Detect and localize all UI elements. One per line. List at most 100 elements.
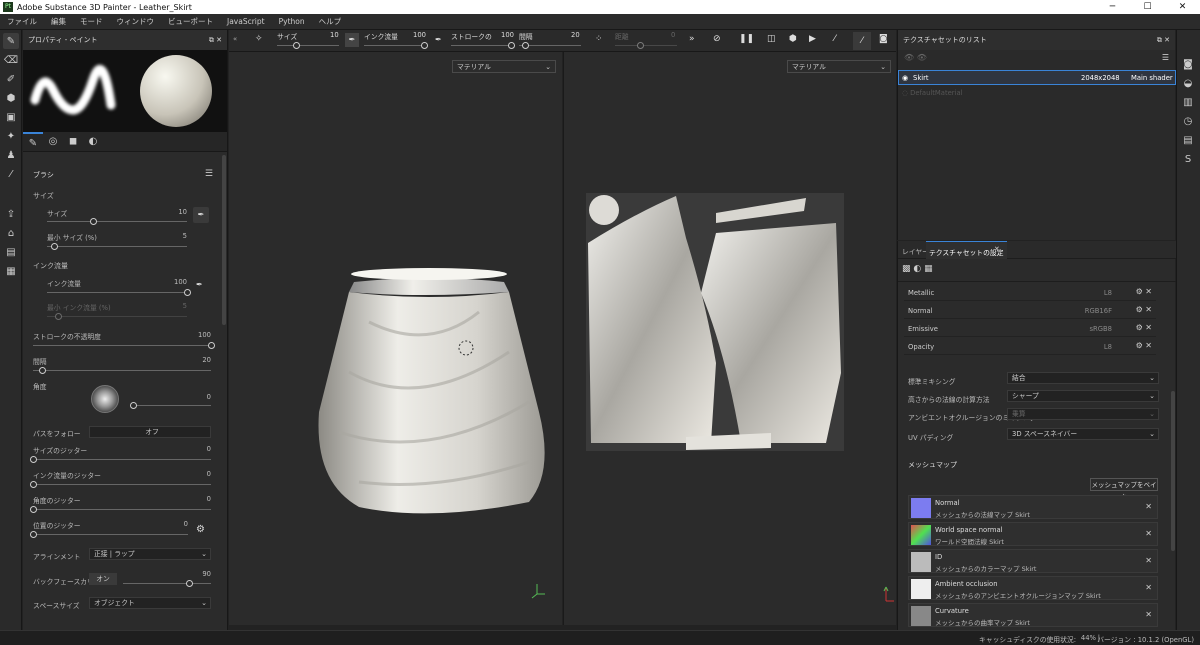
texture-set-default[interactable]: ◌ DefaultMaterial [902,89,963,97]
flow-slider[interactable] [47,289,191,296]
menu-javascript[interactable]: JavaScript [220,17,272,26]
channel-actions-icon[interactable]: ⚙ ✕ [1136,341,1152,350]
brush-mode-icon[interactable]: ⁄ [834,34,836,44]
tab-brush-icon[interactable]: ✎ [23,132,43,151]
toolbar-flow-slider[interactable] [364,42,428,49]
brush-preset-icon[interactable]: ✧ [255,34,263,44]
position-jitter-slider[interactable] [30,531,188,538]
geometry-mask-icon[interactable]: ▣ [3,109,19,125]
remove-map-icon[interactable]: ✕ [1145,583,1152,592]
stroke-opacity-knob[interactable] [208,342,215,349]
size-jitter-slider[interactable] [30,456,211,463]
paint-mode-icon[interactable]: ⁄ [853,32,871,50]
remove-map-icon[interactable]: ✕ [1145,502,1152,511]
list-menu-icon[interactable]: ☰ [1162,53,1169,62]
expand-right-icon[interactable]: » [689,34,695,44]
toolbar-spread-knob[interactable] [637,42,644,49]
ao-mixing-dropdown[interactable]: 乗算 ⌄ [1007,408,1159,420]
lazy-mouse-icon[interactable]: ⁘ [595,34,603,44]
eraser-icon[interactable]: ⌫ [3,52,19,68]
spacing-knob[interactable] [38,367,46,374]
panel-controls-icon[interactable]: ⧉ ✕ [209,36,222,45]
stroke-opacity-slider[interactable] [33,342,215,349]
screenshot-camera-icon[interactable]: ◙ [879,34,888,44]
paint-brush-icon[interactable]: ✎ [3,33,19,49]
mesh-map-curvature[interactable]: Curvature メッシュからの曲率マップ Skirt ✕ [908,603,1158,627]
toolbar-flow-pressure-icon[interactable]: ✒ [435,35,442,44]
projection-icon[interactable]: ✐ [3,71,19,87]
tab-alpha-icon[interactable]: ◎ [43,132,63,151]
uv-texture-canvas[interactable] [586,193,844,451]
backface-knob[interactable] [186,580,193,587]
log-icon[interactable]: ▤ [1180,132,1196,148]
pen-pressure-icon[interactable]: ✒ [193,207,209,223]
collapse-left-icon[interactable]: « [233,35,237,43]
substance-logo-icon[interactable]: S [1180,151,1196,167]
toolbar-stroke-slider[interactable] [451,42,515,49]
settings-scrollbar[interactable] [1171,391,1175,551]
panel-controls-icon[interactable]: ⧉ ✕ [1157,36,1170,45]
min-flow-slider[interactable] [47,313,187,320]
menu-mode[interactable]: モード [73,16,110,27]
visibility-toggle-icons[interactable]: 👁 👁 [904,53,927,62]
remove-map-icon[interactable]: ✕ [1145,556,1152,565]
shelf-icon[interactable]: ◒ [1180,75,1196,91]
pause-icon[interactable]: ❚❚ [739,34,754,44]
eye-icon[interactable]: ◉ [902,74,908,82]
settings-subtab-icons[interactable]: ▩ ◐ ▦ [902,264,933,274]
flow-jitter-slider[interactable] [30,481,211,488]
cube-view-icon[interactable]: ⬢ [789,34,797,44]
camera-record-icon[interactable]: ▶ [809,34,816,44]
symmetry-off-icon[interactable]: ⊘ [713,34,721,44]
texture-set-skirt[interactable]: ◉ Skirt 2048x2048 Main shader [898,70,1176,85]
channel-actions-icon[interactable]: ⚙ ✕ [1136,323,1152,332]
menu-window[interactable]: ウィンドウ [110,16,162,27]
maximize-button[interactable]: ☐ [1130,0,1165,14]
menu-file[interactable]: ファイル [0,16,44,27]
angle-knob[interactable] [130,402,137,409]
polygon-fill-icon[interactable]: ⬢ [3,90,19,106]
smudge-icon[interactable]: ✦ [3,128,19,144]
min-size-slider[interactable] [47,243,187,250]
backface-slider[interactable] [123,580,211,587]
toolbar-flow-knob[interactable] [421,42,428,49]
viewport-2d[interactable]: マテリアル ⌄ [563,52,896,625]
menu-help[interactable]: ヘルプ [312,16,349,27]
size-jitter-knob[interactable] [30,456,37,463]
menu-edit[interactable]: 編集 [44,16,73,27]
position-jitter-knob[interactable] [30,531,37,538]
export-icon[interactable]: ▦ [3,263,19,279]
min-flow-slider-knob[interactable] [55,313,62,320]
space-size-dropdown[interactable]: オブジェクト ⌄ [89,597,211,609]
tab-material-icon[interactable]: ◐ [83,132,103,151]
properties-scrollbar[interactable] [222,155,226,325]
flow-jitter-knob[interactable] [30,481,37,488]
toolbar-size-slider[interactable] [277,42,339,49]
size-slider-knob[interactable] [90,218,98,225]
normal-mixing-dropdown[interactable]: 結合 ⌄ [1007,372,1159,384]
bake-icon[interactable]: ⇪ [3,206,19,222]
assets-icon[interactable]: ◙ [1180,56,1196,72]
toolbar-size-knob[interactable] [293,42,300,49]
jitter-settings-gear-icon[interactable]: ⚙ [196,524,205,535]
preset-menu-icon[interactable]: ☰ [205,169,213,179]
tab-layers[interactable]: レイヤー [902,246,929,256]
toolbar-stroke-knob[interactable] [508,42,515,49]
close-tab-icon[interactable]: ✕ [994,245,1000,253]
toolbar-pressure-icon[interactable]: ✒ [345,33,359,47]
min-size-slider-knob[interactable] [51,243,58,250]
menu-viewport[interactable]: ビューポート [161,16,220,27]
tab-stencil-icon[interactable]: ◼ [63,132,83,151]
height-normal-dropdown[interactable]: シャープ ⌄ [1007,390,1159,402]
flow-pressure-icon[interactable]: ✒ [196,280,203,289]
channel-actions-icon[interactable]: ⚙ ✕ [1136,305,1152,314]
toolbar-spacing-slider[interactable] [519,42,581,49]
split-view-icon[interactable]: ◫ [767,34,776,44]
mesh-map-world-normal[interactable]: World space normal ワールド空間法線 Skirt ✕ [908,522,1158,546]
display-settings-icon[interactable]: ▥ [1180,94,1196,110]
angle-slider[interactable] [130,402,211,409]
flow-slider-knob[interactable] [184,289,191,296]
alignment-dropdown[interactable]: 正接 | ラップ ⌄ [89,548,211,560]
remove-map-icon[interactable]: ✕ [1145,529,1152,538]
mesh-map-normal[interactable]: Normal メッシュからの法線マップ Skirt ✕ [908,495,1158,519]
